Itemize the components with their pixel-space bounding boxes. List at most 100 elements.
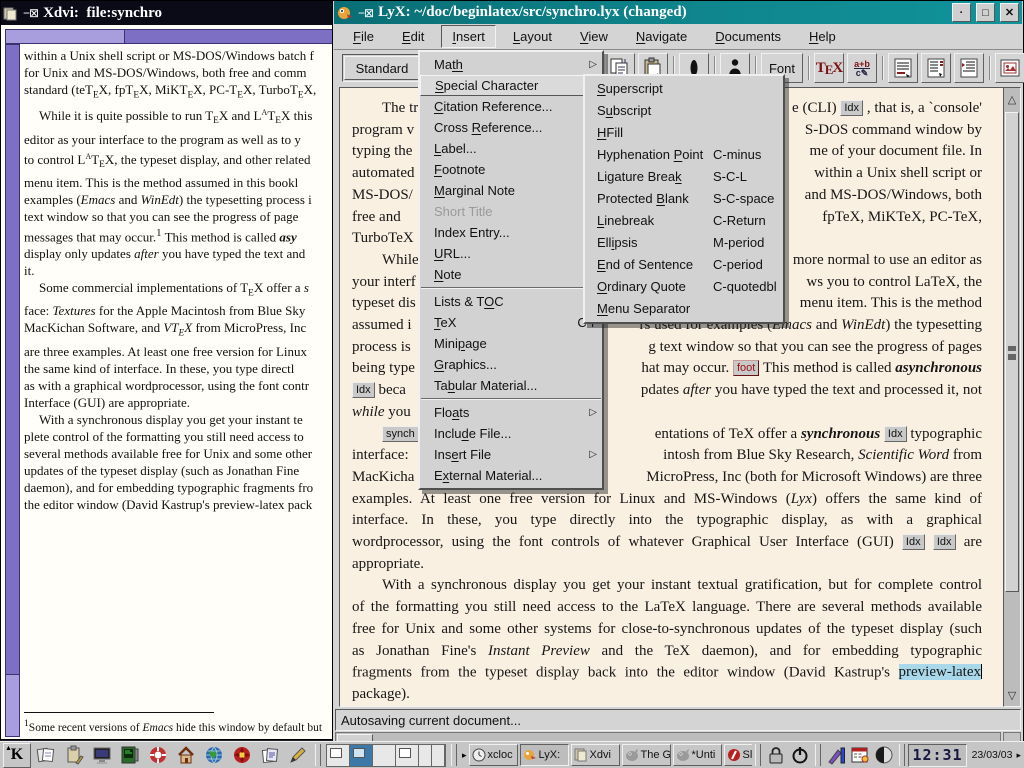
menu-item-linebreak[interactable]: LinebreakC-Return bbox=[585, 210, 783, 232]
pager-mini-cell[interactable] bbox=[419, 745, 432, 766]
menu-item-tex[interactable]: TeXC-l bbox=[420, 312, 602, 333]
task-button-xcloc[interactable]: xcloc bbox=[469, 744, 518, 766]
xdvi-text-line: text window so that you can see the prog… bbox=[24, 208, 334, 225]
menubar-item-layout[interactable]: Layout bbox=[502, 25, 563, 48]
panel-date[interactable]: 23/03/03 bbox=[972, 749, 1013, 761]
xdvi-horizontal-scrollbar[interactable] bbox=[5, 29, 334, 44]
menu-item-hfill[interactable]: HFill bbox=[585, 122, 783, 144]
menubar-item-help[interactable]: Help bbox=[798, 25, 847, 48]
xdvi-vscroll-thumb[interactable] bbox=[6, 45, 19, 675]
panel-handle[interactable] bbox=[451, 744, 457, 766]
home-icon[interactable] bbox=[173, 744, 199, 767]
scroll-down-arrow-icon[interactable]: ▽ bbox=[1004, 686, 1020, 704]
task-button-theg[interactable]: The G bbox=[622, 744, 671, 766]
pager-desktop-3[interactable] bbox=[373, 745, 396, 766]
footnote-icon[interactable] bbox=[888, 53, 918, 83]
pager-mini-cell[interactable] bbox=[432, 745, 445, 766]
xdvi-hscroll-thumb[interactable] bbox=[124, 30, 333, 43]
maximize-button[interactable]: □ bbox=[976, 3, 995, 22]
margin-note-icon[interactable] bbox=[921, 53, 951, 83]
menu-item-ordinary-quote[interactable]: Ordinary QuoteC-quotedbl bbox=[585, 276, 783, 298]
window-pin-icon[interactable]: −⊠ bbox=[358, 6, 373, 20]
xdvi-vertical-scrollbar[interactable] bbox=[5, 44, 20, 737]
desktop-icon[interactable] bbox=[89, 744, 115, 767]
paragraph-style-selector[interactable]: Standard bbox=[344, 56, 420, 80]
menu-item-external-material[interactable]: External Material... bbox=[420, 465, 602, 486]
help-icon[interactable] bbox=[145, 744, 171, 767]
menu-item-label[interactable]: Label... bbox=[420, 138, 602, 159]
menubar-item-navigate[interactable]: Navigate bbox=[625, 25, 698, 48]
menu-item-math[interactable]: Math▷ bbox=[420, 54, 602, 75]
menu-item-tabular-material[interactable]: Tabular Material... bbox=[420, 375, 602, 396]
pager-desktop-4[interactable] bbox=[396, 745, 419, 766]
menu-item-citation-reference[interactable]: Citation Reference... bbox=[420, 96, 602, 117]
menu-item-include-file[interactable]: Include File... bbox=[420, 423, 602, 444]
globe-icon[interactable] bbox=[201, 744, 227, 767]
depth-icon[interactable] bbox=[954, 53, 984, 83]
menu-item-footnote[interactable]: Footnote bbox=[420, 159, 602, 180]
menu-item-index-entry[interactable]: Index Entry... bbox=[420, 222, 602, 243]
panel-handle[interactable] bbox=[315, 744, 321, 766]
task-button-unti[interactable]: *Unti bbox=[673, 744, 722, 766]
menu-item-hyphenation-point[interactable]: Hyphenation PointC-minus bbox=[585, 144, 783, 166]
tex-mode-icon[interactable]: TEX bbox=[814, 53, 844, 83]
lyx-vscroll-thumb[interactable] bbox=[1005, 112, 1019, 592]
task-button-xdvi[interactable]: Xdvi bbox=[571, 744, 620, 766]
menu-item-protected-blank[interactable]: Protected BlankS-C-space bbox=[585, 188, 783, 210]
window-pin-icon[interactable]: −⊠ bbox=[23, 6, 38, 20]
calendar-icon[interactable] bbox=[848, 744, 872, 767]
scroll-up-arrow-icon[interactable]: △ bbox=[1004, 90, 1020, 108]
menu-item-insert-file[interactable]: Insert File▷ bbox=[420, 444, 602, 465]
pager-desktop-1[interactable] bbox=[327, 745, 350, 766]
close-button[interactable]: ✕ bbox=[1000, 3, 1019, 22]
power-icon[interactable] bbox=[788, 744, 812, 767]
panel-handle[interactable] bbox=[755, 744, 761, 766]
task-button-lyx[interactable]: LyX: bbox=[520, 744, 569, 766]
pager-desktop-2[interactable] bbox=[350, 745, 373, 766]
lock-icon[interactable] bbox=[764, 744, 788, 767]
menubar-item-documents[interactable]: Documents bbox=[704, 25, 792, 48]
menu-item-lists-toc[interactable]: Lists & TOC bbox=[420, 291, 602, 312]
task-button-slas[interactable]: Slas bbox=[724, 744, 753, 766]
task-scroll-arrow-icon[interactable]: ▸ bbox=[462, 750, 467, 761]
pen-icon[interactable] bbox=[285, 744, 311, 767]
menu-item-cross-reference[interactable]: Cross Reference... bbox=[420, 117, 602, 138]
xdvi-page-view[interactable]: within a Unix shell script or MS-DOS/Win… bbox=[20, 44, 334, 737]
menu-item-special-character[interactable]: Special Character bbox=[420, 75, 602, 96]
menubar-item-insert[interactable]: Insert bbox=[441, 25, 496, 48]
menubar-item-view[interactable]: View bbox=[569, 25, 619, 48]
menubar-item-edit[interactable]: Edit bbox=[391, 25, 435, 48]
xdvi-titlebar[interactable]: −⊠ Xdvi: file:synchro bbox=[1, 1, 334, 25]
menu-item-note[interactable]: Note bbox=[420, 264, 602, 285]
menubar-item-file[interactable]: File bbox=[342, 25, 385, 48]
menu-item-marginal-note[interactable]: Marginal Note bbox=[420, 180, 602, 201]
k-menu-button[interactable]: ▲K bbox=[3, 743, 31, 768]
desktop-pager[interactable] bbox=[326, 744, 446, 767]
menu-item-ligature-break[interactable]: Ligature BreakS-C-L bbox=[585, 166, 783, 188]
lyx-titlebar[interactable]: −⊠ LyX: ~/doc/beginlatex/src/synchro.lyx… bbox=[334, 1, 1022, 24]
menu-item-ellipsis[interactable]: EllipsisM-period bbox=[585, 232, 783, 254]
menu-item-graphics[interactable]: Graphics... bbox=[420, 354, 602, 375]
moon-icon[interactable] bbox=[872, 744, 896, 767]
panel-hide-arrow-icon[interactable]: ▸ bbox=[1016, 750, 1021, 761]
panel-handle[interactable] bbox=[815, 744, 821, 766]
lyx-vertical-scrollbar[interactable]: △ ▽ bbox=[1003, 87, 1021, 707]
panel-clock[interactable]: 12:31 bbox=[908, 744, 966, 767]
brush-icon[interactable] bbox=[824, 744, 848, 767]
documents-icon[interactable] bbox=[257, 744, 283, 767]
menu-item-end-of-sentence[interactable]: End of SentenceC-period bbox=[585, 254, 783, 276]
menu-item-url[interactable]: URL... bbox=[420, 243, 602, 264]
math-panel-icon[interactable]: a+bc✎ bbox=[847, 53, 877, 83]
minimize-button[interactable]: · bbox=[952, 3, 971, 22]
window-list-icon[interactable] bbox=[33, 744, 59, 767]
menu-item-floats[interactable]: Floats▷ bbox=[420, 402, 602, 423]
menu-item-menu-separator[interactable]: Menu Separator bbox=[585, 298, 783, 320]
kde-icon[interactable] bbox=[229, 744, 255, 767]
panel-handle[interactable] bbox=[899, 744, 905, 766]
konsole-icon[interactable] bbox=[117, 744, 143, 767]
menu-item-superscript[interactable]: Superscript bbox=[585, 78, 783, 100]
menu-item-subscript[interactable]: Subscript bbox=[585, 100, 783, 122]
menu-item-minipage[interactable]: Minipage bbox=[420, 333, 602, 354]
figure-icon[interactable] bbox=[995, 53, 1024, 83]
klipper-icon[interactable] bbox=[61, 744, 87, 767]
